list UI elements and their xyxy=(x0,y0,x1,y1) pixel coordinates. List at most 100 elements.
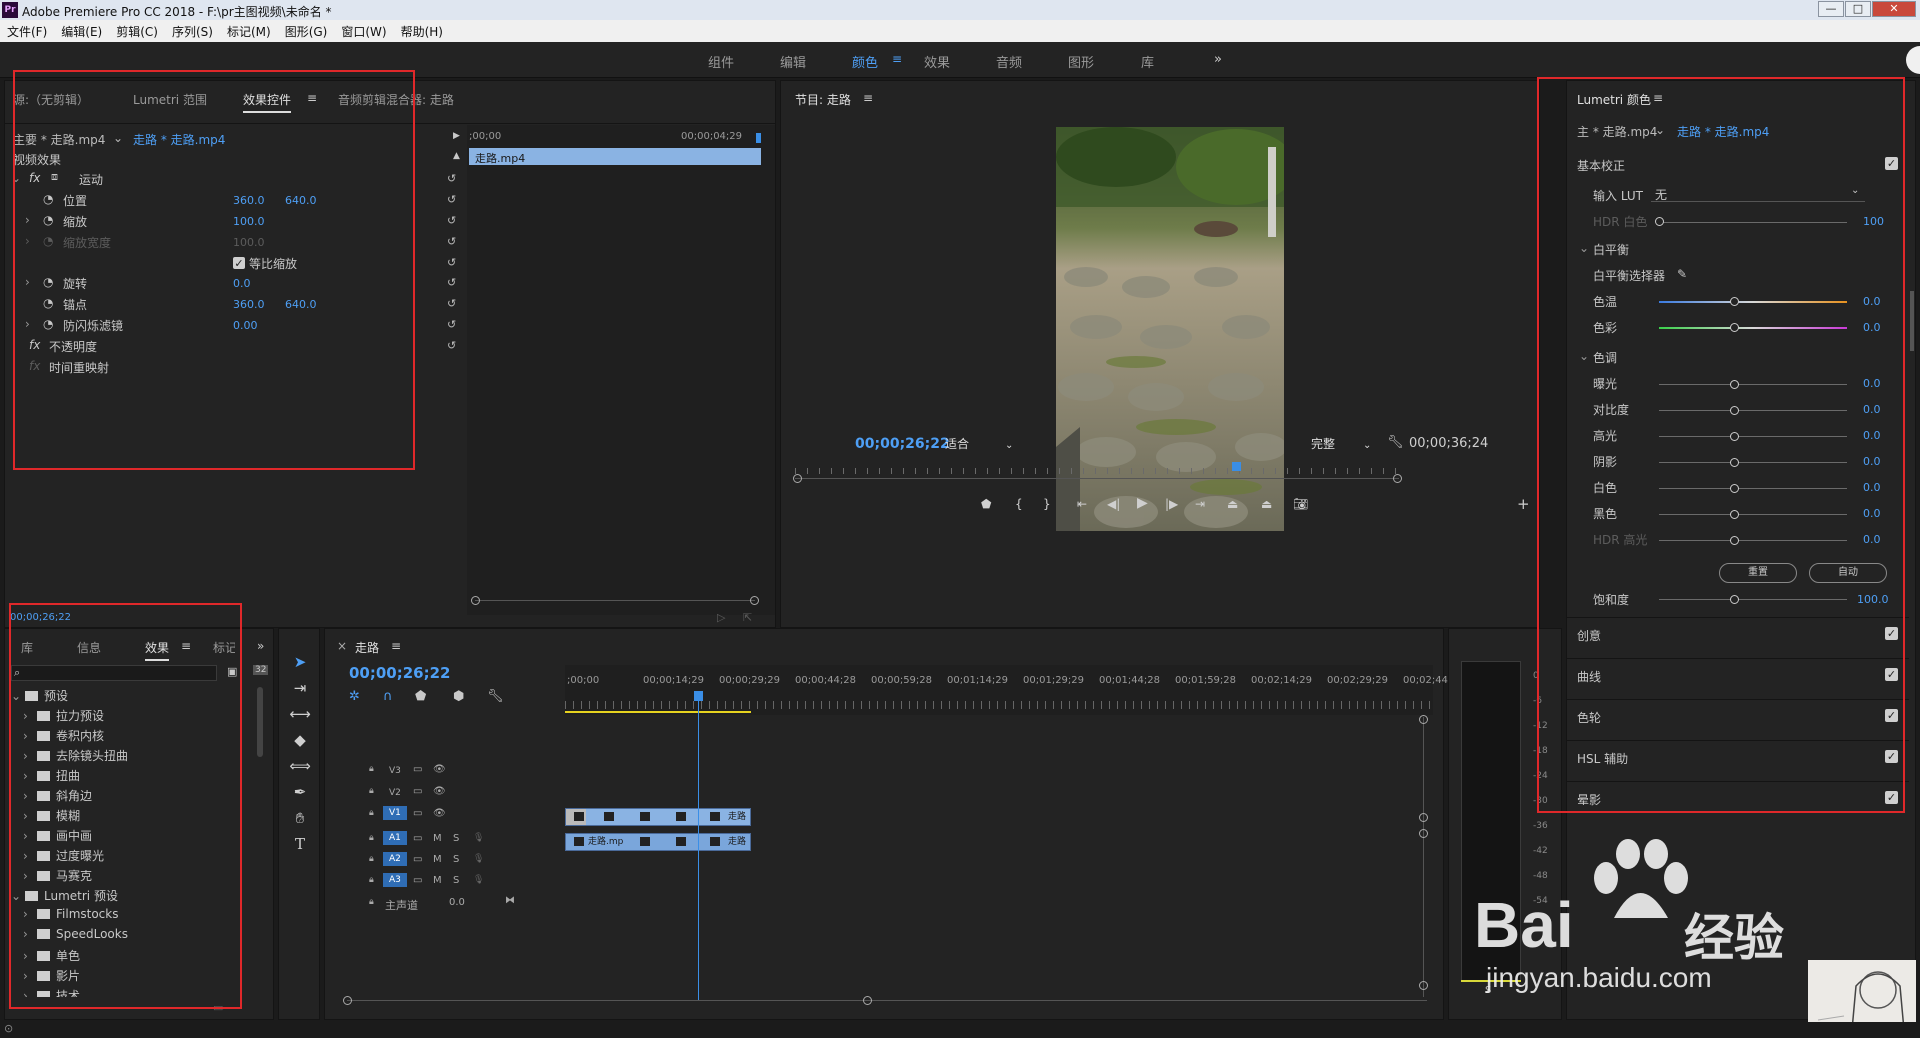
menu-help[interactable]: 帮助(H) xyxy=(394,20,450,40)
tone-slider-value[interactable]: 0.0 xyxy=(1863,403,1881,416)
chevron-right-icon[interactable]: › xyxy=(23,949,37,963)
step-forward-icon[interactable]: |▶ xyxy=(1165,497,1178,511)
eyedropper-icon[interactable]: ✎ xyxy=(1677,267,1687,281)
tone-slider-knob[interactable] xyxy=(1730,380,1739,389)
program-zoom-bar[interactable] xyxy=(795,478,1399,479)
reset-icon[interactable]: ↺ xyxy=(447,257,459,269)
chevron-right-icon[interactable]: › xyxy=(23,969,37,983)
effects-search-input[interactable]: ⌕ xyxy=(11,665,217,681)
tab-lumetri-scopes[interactable]: Lumetri 范围 xyxy=(133,91,207,108)
track-select-tool-icon[interactable]: ⇥ xyxy=(289,679,311,699)
stopwatch-icon[interactable]: ◔ xyxy=(43,213,53,227)
audio-clip[interactable]: 走路.mp 走路 xyxy=(565,833,751,851)
reset-icon[interactable]: ↺ xyxy=(447,173,459,185)
go-to-out-icon[interactable]: ⇥ xyxy=(1195,497,1205,511)
scroll-handle[interactable] xyxy=(863,996,872,1005)
menu-sequence[interactable]: 序列(S) xyxy=(165,20,220,40)
lift-icon[interactable]: ⏏ xyxy=(1227,497,1238,511)
param-anchor-x[interactable]: 360.0 xyxy=(233,298,265,311)
minimize-button[interactable]: — xyxy=(1818,1,1844,17)
pen-tool-icon[interactable]: ✒ xyxy=(289,783,311,803)
chevron-right-icon[interactable]: › xyxy=(23,769,37,783)
tint-value[interactable]: 0.0 xyxy=(1863,321,1881,334)
zoom-handle-left[interactable] xyxy=(471,596,480,605)
solo-button[interactable]: S xyxy=(453,875,459,886)
snap-icon[interactable]: ✲ xyxy=(349,689,360,704)
sync-lock-icon[interactable]: ▭ xyxy=(413,786,422,797)
param-anti-flicker-value[interactable]: 0.00 xyxy=(233,319,258,332)
reset-icon[interactable]: ↺ xyxy=(447,194,459,206)
track-label[interactable]: A1 xyxy=(383,831,407,845)
chevron-down-icon[interactable]: ⌄ xyxy=(1579,241,1589,255)
go-to-in-icon[interactable]: ⇤ xyxy=(1077,497,1087,511)
tone-slider-knob[interactable] xyxy=(1730,484,1739,493)
mute-button[interactable]: M xyxy=(433,854,442,865)
eye-icon[interactable]: 👁︎ xyxy=(433,786,446,797)
effects-tree-item[interactable]: › 卷积内核 xyxy=(11,727,104,744)
hdr-white-value[interactable]: 100 xyxy=(1863,215,1884,228)
eye-icon[interactable]: 👁︎ xyxy=(433,808,446,819)
workspace-color[interactable]: 颜色 xyxy=(852,52,878,71)
transform-box-icon[interactable]: ⧈ xyxy=(51,170,58,184)
lumetri-section-heading[interactable]: 创意 xyxy=(1577,627,1601,644)
tone-slider-track[interactable] xyxy=(1659,436,1847,437)
tone-slider-track[interactable] xyxy=(1659,384,1847,385)
mark-in-icon[interactable]: { xyxy=(1015,497,1023,511)
effects-scrollbar[interactable] xyxy=(257,687,263,757)
lumetri-section-checkbox[interactable]: ✓ xyxy=(1885,668,1898,681)
lock-icon[interactable]: 🔒︎ xyxy=(369,764,374,774)
tab-info[interactable]: 信息 xyxy=(77,639,101,656)
tab-menu-icon[interactable]: ≡ xyxy=(391,639,401,653)
marker-icon[interactable]: ⬢ xyxy=(453,689,464,704)
scroll-up-icon[interactable]: ▲ xyxy=(453,151,460,161)
chevron-right-icon[interactable]: › xyxy=(25,213,30,227)
selection-tool-icon[interactable]: ➤ xyxy=(289,653,311,673)
timeline-h-scroll[interactable] xyxy=(347,1000,1427,1001)
slip-tool-icon[interactable]: ⟺ xyxy=(289,757,311,777)
sequence-tab[interactable]: 走路 xyxy=(355,639,379,656)
mini-zoom-bar[interactable] xyxy=(475,600,755,601)
tone-slider-value[interactable]: 0.0 xyxy=(1863,533,1881,546)
tone-slider-track[interactable] xyxy=(1659,488,1847,489)
effects-tree-item[interactable]: › 拉力预设 xyxy=(11,707,104,724)
saturation-slider[interactable] xyxy=(1659,599,1847,600)
panel-menu-icon[interactable]: ≡ xyxy=(863,91,873,105)
close-tab-icon[interactable]: × xyxy=(337,639,347,653)
tone-slider-value[interactable]: 0.0 xyxy=(1863,455,1881,468)
effects-tree-item[interactable]: ⌄ 预设 xyxy=(11,687,68,704)
panel-menu-icon[interactable]: ≡ xyxy=(1653,91,1663,105)
tone-slider-value[interactable]: 0.0 xyxy=(1863,481,1881,494)
lumetri-section-checkbox[interactable]: ✓ xyxy=(1885,750,1898,763)
tone-slider-track[interactable] xyxy=(1659,540,1847,541)
effects-tree-item[interactable]: › 去除镜头扭曲 xyxy=(11,747,128,764)
effects-tree-item[interactable]: › 扭曲 xyxy=(11,767,80,784)
microphone-icon[interactable]: 🎙︎ xyxy=(473,854,484,864)
auto-button[interactable]: 自动 xyxy=(1809,563,1887,583)
effect-controls-timecode[interactable]: 00;00;26;22 xyxy=(10,612,71,623)
export-icon[interactable]: ⇱ xyxy=(743,611,752,624)
chevron-right-icon[interactable]: › xyxy=(23,749,37,763)
tone-slider-value[interactable]: 0.0 xyxy=(1863,429,1881,442)
lumetri-section-heading[interactable]: HSL 辅助 xyxy=(1577,750,1628,767)
workspace-audio[interactable]: 音频 xyxy=(996,52,1022,71)
type-tool-icon[interactable]: T xyxy=(289,835,311,855)
mark-out-icon[interactable]: } xyxy=(1043,497,1051,511)
close-button[interactable]: ✕ xyxy=(1872,1,1916,17)
param-position-y[interactable]: 640.0 xyxy=(285,194,317,207)
temperature-slider[interactable] xyxy=(1659,301,1847,303)
effects-tree-item[interactable]: › 画中画 xyxy=(11,827,92,844)
temperature-value[interactable]: 0.0 xyxy=(1863,295,1881,308)
fx-icon[interactable]: fx xyxy=(29,171,40,185)
track-label[interactable]: V2 xyxy=(383,786,407,800)
reset-icon[interactable]: ↺ xyxy=(447,215,459,227)
meter-solo-button[interactable]: S xyxy=(1485,985,1491,996)
lock-icon[interactable]: 🔒︎ xyxy=(369,875,374,885)
param-position-x[interactable]: 360.0 xyxy=(233,194,265,207)
sync-lock-icon[interactable]: ▭ xyxy=(413,854,422,865)
input-lut-dropdown[interactable]: 无 ⌄ xyxy=(1651,185,1865,202)
chevron-right-icon[interactable]: › xyxy=(23,849,37,863)
zoom-handle-left[interactable] xyxy=(793,474,802,483)
reset-icon[interactable]: ↺ xyxy=(447,319,459,331)
lock-icon[interactable]: 🔒︎ xyxy=(369,897,374,907)
effects-tree-item[interactable]: › 单色 xyxy=(11,947,80,964)
